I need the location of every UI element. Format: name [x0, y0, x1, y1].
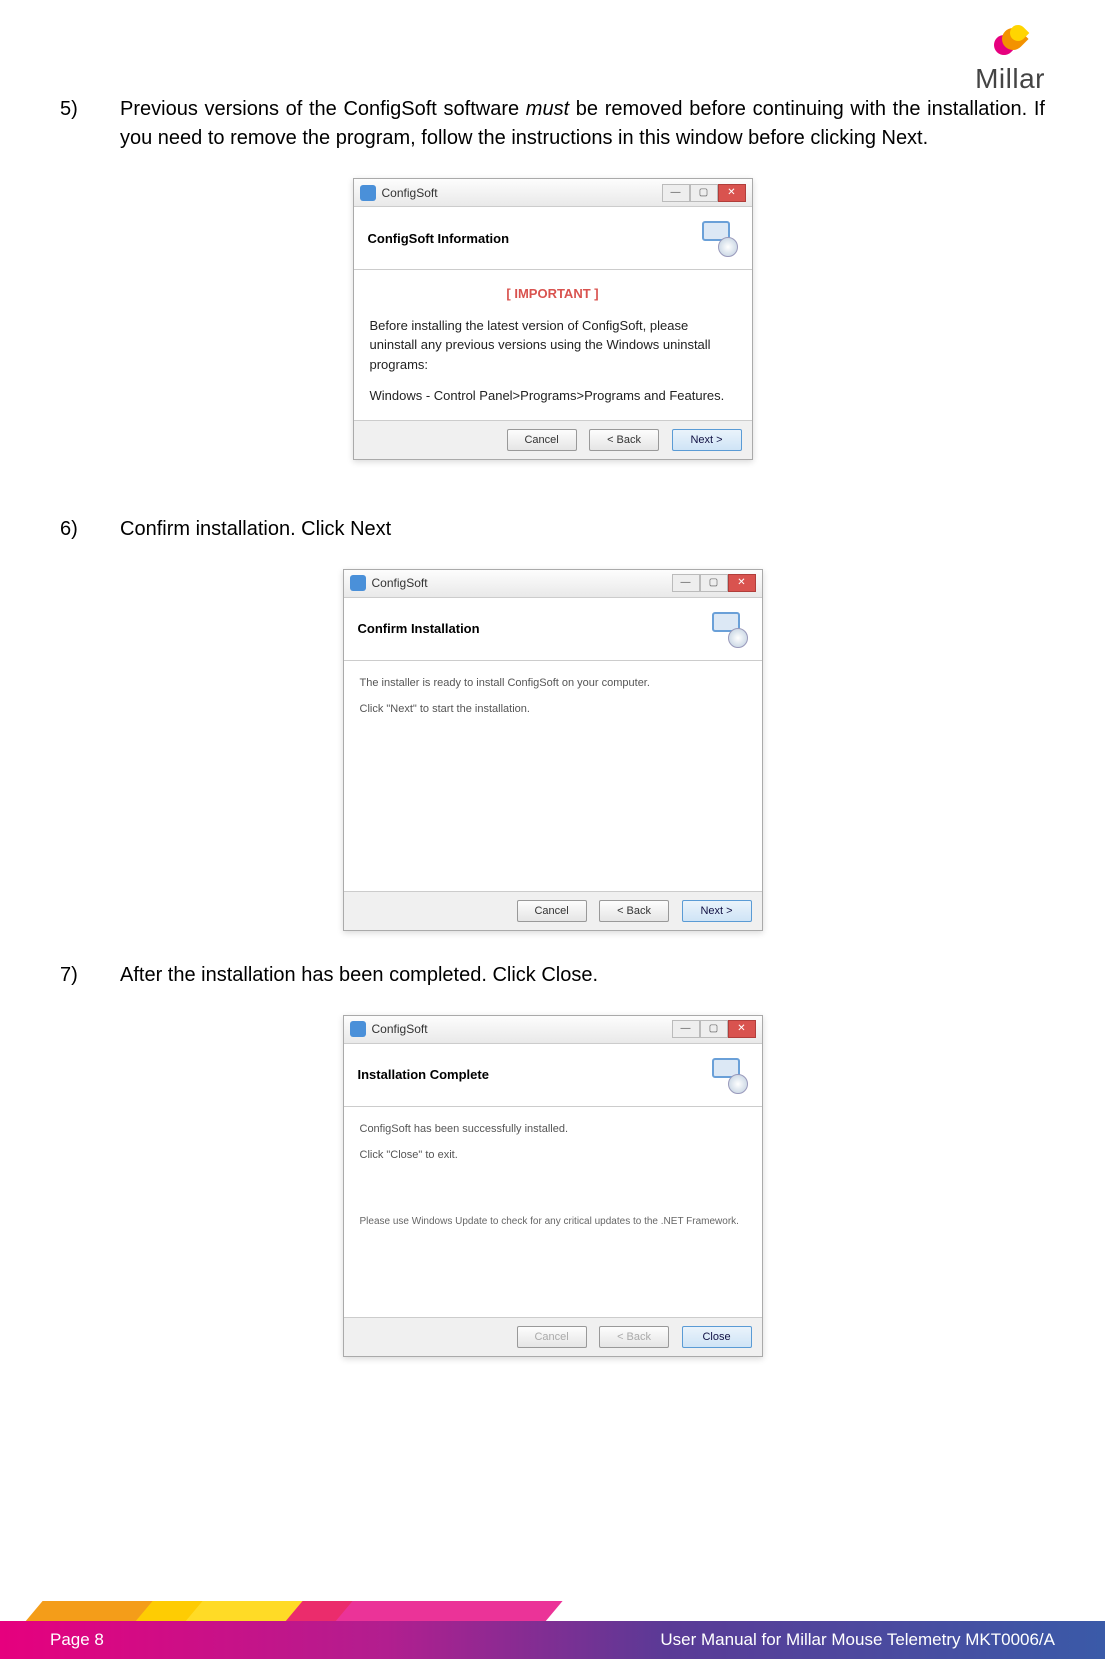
- banner-title: ConfigSoft Information: [368, 231, 700, 246]
- app-icon: [350, 1021, 366, 1037]
- complete-line-1: ConfigSoft has been successfully install…: [360, 1121, 746, 1138]
- maximize-button[interactable]: ▢: [700, 574, 728, 592]
- titlebar: ConfigSoft — ▢ ✕: [354, 179, 752, 207]
- important-label: [ IMPORTANT ]: [370, 284, 736, 304]
- page-number: Page 8: [50, 1630, 104, 1650]
- logo-text: Millar: [975, 63, 1045, 95]
- page-footer: Page 8 User Manual for Millar Mouse Tele…: [0, 1604, 1105, 1659]
- titlebar: ConfigSoft — ▢ ✕: [344, 1016, 762, 1044]
- back-button[interactable]: < Back: [599, 900, 669, 922]
- logo-icon: [992, 25, 1028, 61]
- brand-logo: Millar: [975, 25, 1045, 95]
- close-window-button[interactable]: ✕: [728, 574, 756, 592]
- minimize-button[interactable]: —: [672, 1020, 700, 1038]
- step-5: 5) Previous versions of the ConfigSoft s…: [60, 95, 1045, 153]
- window-title: ConfigSoft: [372, 576, 428, 590]
- installer-icon: [710, 610, 748, 648]
- banner-title: Confirm Installation: [358, 621, 710, 636]
- step-number: 5): [60, 95, 120, 153]
- framework-note: Please use Windows Update to check for a…: [360, 1214, 746, 1229]
- cancel-button: Cancel: [517, 1326, 587, 1348]
- minimize-button[interactable]: —: [662, 184, 690, 202]
- installer-icon: [710, 1056, 748, 1094]
- app-icon: [360, 185, 376, 201]
- maximize-button[interactable]: ▢: [700, 1020, 728, 1038]
- app-icon: [350, 575, 366, 591]
- step-6: 6) Confirm installation. Click Next: [60, 515, 1045, 544]
- step-text: Previous versions of the ConfigSoft soft…: [120, 95, 1045, 153]
- banner-title: Installation Complete: [358, 1067, 710, 1082]
- confirm-line-1: The installer is ready to install Config…: [360, 675, 746, 692]
- complete-line-2: Click "Close" to exit.: [360, 1147, 746, 1164]
- titlebar: ConfigSoft — ▢ ✕: [344, 570, 762, 598]
- close-button[interactable]: Close: [682, 1326, 752, 1348]
- back-button: < Back: [599, 1326, 669, 1348]
- info-paragraph-1: Before installing the latest version of …: [370, 316, 736, 375]
- document-title: User Manual for Millar Mouse Telemetry M…: [660, 1630, 1055, 1650]
- cancel-button[interactable]: Cancel: [507, 429, 577, 451]
- cancel-button[interactable]: Cancel: [517, 900, 587, 922]
- step-text: Confirm installation. Click Next: [120, 515, 1045, 544]
- close-window-button[interactable]: ✕: [728, 1020, 756, 1038]
- step-text: After the installation has been complete…: [120, 961, 1045, 990]
- window-title: ConfigSoft: [372, 1022, 428, 1036]
- close-window-button[interactable]: ✕: [718, 184, 746, 202]
- next-button[interactable]: Next >: [682, 900, 752, 922]
- installer-icon: [700, 219, 738, 257]
- next-button[interactable]: Next >: [672, 429, 742, 451]
- window-title: ConfigSoft: [382, 186, 438, 200]
- installer-window-complete: ConfigSoft — ▢ ✕ Installation Complete C…: [343, 1015, 763, 1357]
- installer-window-info: ConfigSoft — ▢ ✕ ConfigSoft Information …: [353, 178, 753, 460]
- back-button[interactable]: < Back: [589, 429, 659, 451]
- confirm-line-2: Click "Next" to start the installation.: [360, 701, 746, 718]
- maximize-button[interactable]: ▢: [690, 184, 718, 202]
- installer-window-confirm: ConfigSoft — ▢ ✕ Confirm Installation Th…: [343, 569, 763, 931]
- step-number: 6): [60, 515, 120, 544]
- info-paragraph-2: Windows - Control Panel>Programs>Program…: [370, 386, 736, 406]
- step-7: 7) After the installation has been compl…: [60, 961, 1045, 990]
- minimize-button[interactable]: —: [672, 574, 700, 592]
- step-number: 7): [60, 961, 120, 990]
